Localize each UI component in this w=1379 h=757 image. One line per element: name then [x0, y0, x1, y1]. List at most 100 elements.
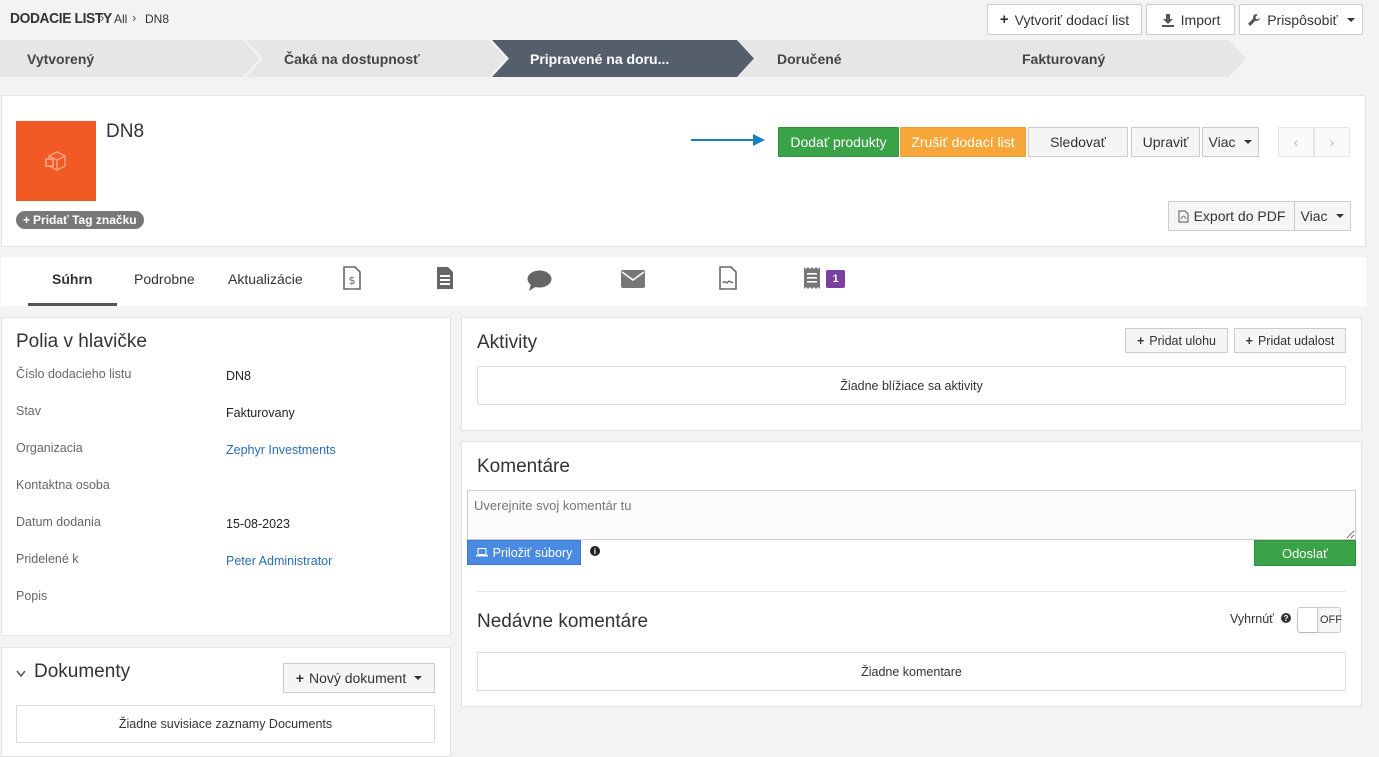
- pipeline-step-delivered[interactable]: Doručené: [738, 40, 1002, 77]
- breadcrumb-separator: ›: [132, 10, 137, 25]
- chevron-down-icon: [1244, 140, 1253, 144]
- activities-title: Aktivity: [477, 332, 538, 353]
- download-icon: [1161, 13, 1174, 27]
- divider: [477, 591, 1346, 592]
- breadcrumb-current: DN8: [145, 12, 170, 26]
- pipeline-step-label: Doručené: [777, 50, 842, 67]
- signed-document-icon[interactable]: [719, 266, 737, 290]
- info-icon[interactable]: i: [590, 546, 600, 556]
- chevron-left-icon: ‹: [1293, 134, 1299, 150]
- edit-button[interactable]: Upraviť: [1131, 127, 1200, 157]
- plus-icon: +: [295, 670, 304, 686]
- pipeline-step-ready[interactable]: Pripravené na doru...: [492, 40, 754, 77]
- send-comment-button[interactable]: Odoslať: [1254, 540, 1356, 566]
- import-button[interactable]: Import: [1146, 4, 1235, 35]
- chevron-right-icon: ›: [1329, 134, 1335, 150]
- documents-empty-message: Žiadne suvisiace zaznamy Documents: [16, 705, 435, 743]
- more-label: Viac: [1208, 134, 1236, 150]
- follow-button[interactable]: Sledovať: [1028, 127, 1128, 157]
- collapse-label: Vyhrnúť: [1230, 612, 1274, 626]
- customize-button-label: Prispôsobiť: [1267, 11, 1338, 28]
- wrench-icon: [1248, 13, 1261, 26]
- add-task-label: Pridat ulohu: [1149, 333, 1217, 348]
- pipeline-step-waiting[interactable]: Čaká na dostupnosť: [246, 40, 506, 77]
- recent-comments-title: Nedávne komentáre: [477, 611, 649, 632]
- add-event-label: Pridat udalost: [1257, 333, 1335, 348]
- tabs-bar: [1, 257, 1366, 306]
- delivery-box-icon: [45, 151, 66, 171]
- receipt-icon[interactable]: [802, 266, 822, 290]
- attach-files-label: Priložiť súbory: [492, 545, 573, 560]
- chevron-down-icon: [1336, 214, 1345, 218]
- deliver-products-button[interactable]: Dodať produkty: [778, 127, 899, 157]
- organization-link[interactable]: Zephyr Investments: [226, 443, 336, 457]
- pipeline-step-label: Pripravené na doru...: [530, 50, 670, 67]
- chevron-down-icon[interactable]: [16, 670, 26, 678]
- add-tag-button[interactable]: + Pridať Tag značku: [16, 211, 144, 229]
- active-tab-indicator: [28, 303, 117, 306]
- toggle-knob: [1298, 608, 1318, 632]
- documents-title[interactable]: Dokumenty: [34, 661, 130, 683]
- record-avatar: [16, 121, 96, 201]
- tab-updates[interactable]: Aktualizácie: [228, 271, 303, 287]
- arrow-pointer-icon: [691, 134, 765, 146]
- email-icon[interactable]: [621, 270, 645, 288]
- customize-button[interactable]: Prispôsobiť: [1239, 4, 1363, 35]
- more-actions-button[interactable]: Viac: [1202, 127, 1259, 157]
- header-fields-title: Polia v hlavičke: [16, 331, 147, 352]
- field-value-delivery-date: 15-08-2023: [226, 517, 290, 531]
- next-record-button[interactable]: ›: [1314, 127, 1350, 157]
- breadcrumb-separator: ›: [100, 10, 105, 25]
- activities-empty-message: Žiadne blížiace sa aktivity: [477, 366, 1346, 405]
- field-label: Pridelené k: [16, 552, 79, 566]
- comment-textarea[interactable]: [467, 490, 1356, 540]
- field-label: Organizacia: [16, 441, 83, 455]
- collapse-toggle[interactable]: OFF: [1297, 607, 1342, 633]
- record-title: DN8: [106, 121, 145, 142]
- export-pdf-button[interactable]: Export do PDF: [1168, 201, 1295, 231]
- pipeline-step-created[interactable]: Vytvorený: [0, 40, 260, 77]
- tab-summary[interactable]: Súhrn: [52, 271, 92, 287]
- record-header-panel: [1, 95, 1366, 247]
- attach-files-button[interactable]: Priložiť súbory: [467, 540, 581, 565]
- module-title[interactable]: DODACIE LISTY: [10, 10, 112, 27]
- more-label: Viac: [1300, 208, 1328, 224]
- new-document-button[interactable]: + Nový dokument: [283, 663, 435, 693]
- more-export-button[interactable]: Viac: [1294, 201, 1351, 231]
- new-document-label: Nový dokument: [308, 670, 407, 686]
- document-list-icon[interactable]: [436, 266, 454, 290]
- field-value-status: Fakturovany: [226, 406, 295, 420]
- comment-icon[interactable]: [527, 270, 552, 292]
- chevron-down-icon: [414, 676, 423, 680]
- add-event-button[interactable]: + Pridat udalost: [1234, 328, 1346, 353]
- plus-icon: +: [999, 11, 1009, 28]
- plus-icon: +: [1245, 333, 1253, 348]
- assigned-to-link[interactable]: Peter Administrator: [226, 554, 332, 568]
- help-icon[interactable]: ?: [1281, 613, 1291, 623]
- create-button-label: Vytvoriť dodací list: [1014, 11, 1130, 28]
- cancel-delivery-note-button[interactable]: Zrušiť dodací list: [900, 127, 1026, 157]
- plus-icon: +: [23, 213, 31, 227]
- add-tag-label: Pridať Tag značku: [33, 213, 137, 227]
- comments-empty-message: Žiadne komentare: [477, 652, 1346, 691]
- breadcrumb-all[interactable]: All: [114, 12, 127, 26]
- pdf-file-icon: [1178, 210, 1189, 222]
- field-value-delivery-number: DN8: [226, 369, 252, 383]
- receipt-count-badge: 1: [826, 270, 845, 288]
- chevron-down-icon: [1346, 17, 1355, 22]
- previous-record-button[interactable]: ‹: [1278, 127, 1314, 157]
- plus-icon: +: [1136, 333, 1145, 348]
- export-pdf-label: Export do PDF: [1193, 208, 1286, 224]
- field-label: Datum dodania: [16, 515, 101, 529]
- laptop-icon: [475, 548, 488, 557]
- pipeline-step-invoiced[interactable]: Fakturovaný: [984, 40, 1246, 77]
- tab-details[interactable]: Podrobne: [134, 271, 195, 287]
- field-label: Číslo dodacieho listu: [16, 367, 132, 381]
- create-delivery-note-button[interactable]: + Vytvoriť dodací list: [987, 4, 1142, 35]
- pipeline-step-label: Vytvorený: [27, 50, 95, 67]
- add-task-button[interactable]: + Pridat ulohu: [1125, 328, 1228, 353]
- import-button-label: Import: [1180, 11, 1221, 28]
- invoice-icon[interactable]: $: [343, 266, 361, 290]
- header-fields-panel: [1, 317, 451, 636]
- field-label: Kontaktna osoba: [16, 478, 110, 492]
